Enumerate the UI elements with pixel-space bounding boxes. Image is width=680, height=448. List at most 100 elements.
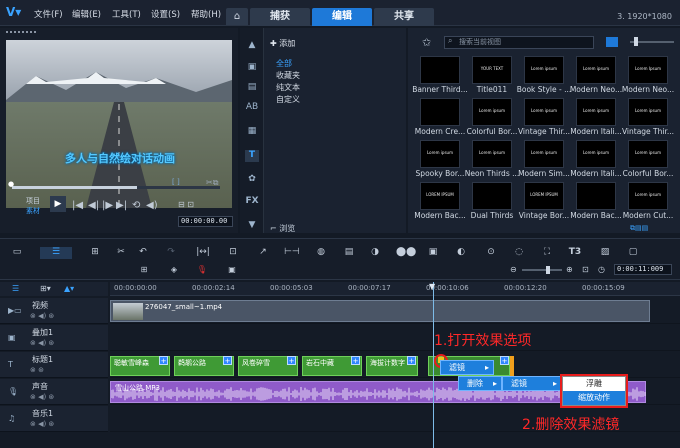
undo-icon[interactable]: ↶ xyxy=(136,247,150,259)
color-icon[interactable]: ◐ xyxy=(454,247,468,259)
view-toggle-icon[interactable] xyxy=(606,37,618,47)
track-header-overlay[interactable]: ▣ 叠加1 ⊗ ◀) ⊛ xyxy=(0,325,108,351)
star-icon[interactable]: ✩ xyxy=(422,36,431,49)
instant-project-icon[interactable]: ▤ xyxy=(245,82,259,94)
home-button[interactable]: |◀ xyxy=(72,200,83,211)
subtitle-icon[interactable]: ▣ xyxy=(426,247,440,259)
track-controls-overlay[interactable]: ⊗ ◀) ⊛ xyxy=(30,339,54,347)
title-icon[interactable]: T xyxy=(245,150,259,162)
fx-badge-icon[interactable]: + xyxy=(351,356,360,365)
collapse-down-icon[interactable]: ▼ xyxy=(245,220,259,232)
home-tab-icon[interactable]: ⌂ xyxy=(226,8,248,25)
tab-share[interactable]: 共享 xyxy=(374,8,434,26)
menu-edit[interactable]: 编辑(E) xyxy=(72,8,101,20)
title-thumbnail[interactable] xyxy=(576,182,616,210)
arrow-icon[interactable]: ↗ xyxy=(256,247,270,259)
multicam-icon[interactable]: ▤ xyxy=(342,247,356,259)
category-plain-text[interactable]: 纯文本 xyxy=(276,82,300,93)
fx-icon[interactable]: FX xyxy=(245,196,259,208)
title-thumbnail[interactable]: Lorem ipsum xyxy=(628,140,668,168)
category-custom[interactable]: 自定义 xyxy=(276,94,300,105)
category-favorites[interactable]: 收藏夹 xyxy=(276,70,300,81)
split-clip-icon[interactable]: ✂ xyxy=(114,247,128,259)
audio-mixer-icon[interactable]: ⬤⬤ xyxy=(396,247,416,259)
zoom-slider[interactable] xyxy=(522,269,562,271)
repeat-icon[interactable]: ⟲ xyxy=(132,200,140,211)
track-controls-video[interactable]: ⊗ ◀) ⊛ xyxy=(30,312,54,320)
title-thumbnail[interactable]: LOREM IPSUM xyxy=(524,182,564,210)
track-header-title[interactable]: T 标题1 ⊗ ⊛ xyxy=(0,352,108,378)
video-clip[interactable]: 276047_small~1.mp4 xyxy=(110,300,650,322)
title-thumbnail[interactable]: YOUR TEXT xyxy=(472,56,512,84)
end-button[interactable]: ▶| xyxy=(116,200,127,211)
mic-icon[interactable]: 🎙 xyxy=(196,265,208,275)
timeline-timecode[interactable]: 0:00:11:009 xyxy=(614,264,672,275)
play-button[interactable]: ▶ xyxy=(50,196,66,212)
mix-icon[interactable]: ⊢⊣ xyxy=(284,247,300,259)
title-thumbnail[interactable] xyxy=(420,98,460,126)
title-thumbnail[interactable] xyxy=(420,56,460,84)
clip-trim-handle[interactable] xyxy=(510,356,514,376)
menu-help[interactable]: 帮助(H) xyxy=(191,8,221,20)
track-controls-music[interactable]: ⊗ ◀) ⊛ xyxy=(30,420,54,428)
track-controls-title[interactable]: ⊗ ⊛ xyxy=(30,366,44,374)
paint-icon[interactable]: ▨ xyxy=(598,247,612,259)
title-thumbnail[interactable]: Lorem ipsum xyxy=(524,140,564,168)
mask-icon[interactable]: ◑ xyxy=(368,247,382,259)
transition-icon[interactable]: AB xyxy=(245,102,259,114)
title-thumbnail[interactable]: Lorem ipsum xyxy=(628,182,668,210)
prev-frame-button[interactable]: ◀| xyxy=(88,200,99,211)
playhead[interactable] xyxy=(433,282,434,448)
title-thumbnail[interactable]: Lorem ipsum xyxy=(420,140,460,168)
3d-title-icon[interactable]: T3 xyxy=(568,247,582,259)
title-thumbnail[interactable]: Lorem ipsum xyxy=(628,98,668,126)
track-manager-icon[interactable]: ⊞ xyxy=(88,247,102,259)
record-icon[interactable]: ◍ xyxy=(314,247,328,259)
menu-tools[interactable]: 工具(T) xyxy=(112,8,141,20)
motion-icon[interactable]: ◌ xyxy=(512,247,526,259)
speed-icon[interactable]: ⊙ xyxy=(484,247,498,259)
track-list-icon[interactable]: ☰ xyxy=(12,284,19,293)
track-up-icon[interactable]: ▲▾ xyxy=(64,284,74,293)
tab-edit[interactable]: 编辑 xyxy=(312,8,372,26)
sound-icon[interactable]: ◈ xyxy=(168,265,180,275)
playhead-handle-icon[interactable]: ▼ xyxy=(429,282,435,291)
menu-file[interactable]: 文件(F) xyxy=(34,8,63,20)
split-icon[interactable]: ✂⧉ xyxy=(206,178,218,188)
title-thumbnail[interactable]: Lorem ipsum xyxy=(576,140,616,168)
redo-icon[interactable]: ↷ xyxy=(164,247,178,259)
media-icon[interactable]: ▣ xyxy=(245,62,259,74)
crop-icon[interactable]: ⛶ xyxy=(540,247,554,259)
zoom-in-icon[interactable]: ⊕ xyxy=(566,265,573,274)
track-header-video[interactable]: ▶▭ 视频 ⊗ ◀) ⊛ xyxy=(0,298,108,324)
fx-badge-icon[interactable]: + xyxy=(407,356,416,365)
title-thumbnail[interactable]: Lorem ipsum xyxy=(472,98,512,126)
insert-icon[interactable]: ⊞ xyxy=(138,265,150,275)
title-thumbnail[interactable]: Lorem ipsum xyxy=(524,98,564,126)
clock-icon[interactable]: ◷ xyxy=(598,265,605,274)
thumb-size-handle[interactable] xyxy=(634,37,638,46)
search-input[interactable]: 搜索当前视图 xyxy=(444,36,594,49)
project-mode-label[interactable]: 项目 xyxy=(26,196,40,206)
title-thumbnail[interactable]: Lorem ipsum xyxy=(576,98,616,126)
fx-badge-icon[interactable]: + xyxy=(500,356,509,365)
clip-mode-label[interactable]: 素材 xyxy=(26,206,40,216)
menu-settings[interactable]: 设置(S) xyxy=(151,8,180,20)
category-all[interactable]: 全部 xyxy=(276,58,292,69)
title-thumbnail[interactable]: Lorem Ipsum xyxy=(628,56,668,84)
zoom-handle[interactable] xyxy=(546,266,550,274)
track-add-icon[interactable]: ⊞▾ xyxy=(40,284,51,293)
mark-brackets[interactable]: [ ] xyxy=(172,178,180,186)
fx-badge-icon[interactable]: + xyxy=(159,356,168,365)
fx-badge-icon[interactable]: + xyxy=(223,356,232,365)
title-thumbnail[interactable]: Lorem ipsum xyxy=(576,56,616,84)
collapse-up-icon[interactable]: ▲ xyxy=(245,40,259,52)
tab-capture[interactable]: 捕获 xyxy=(250,8,310,26)
fx-badge-icon[interactable]: + xyxy=(287,356,296,365)
title-thumbnail[interactable]: LOREM IPSUM xyxy=(420,182,460,210)
next-frame-button[interactable]: |▶ xyxy=(102,200,113,211)
menu-item-filter[interactable]: 滤镜 ▸ xyxy=(441,361,493,375)
fit-icon[interactable]: ⊡ xyxy=(226,247,240,259)
change-project-icon[interactable]: ⊟ ⊡ xyxy=(178,200,194,209)
timeline-view-icon[interactable]: ☰ xyxy=(40,247,72,259)
